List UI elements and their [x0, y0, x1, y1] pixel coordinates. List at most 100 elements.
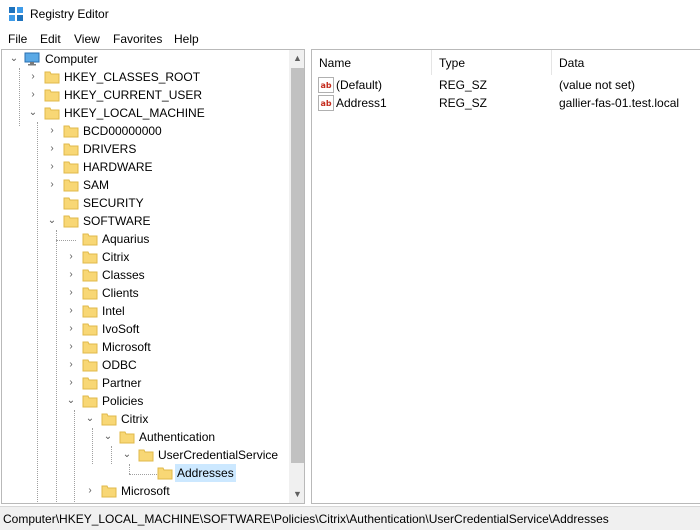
folder-icon [63, 143, 79, 156]
tree-item-label: BCD00000000 [83, 124, 162, 138]
tree-item-label: Classes [102, 268, 145, 282]
column-header-type[interactable]: Type [439, 56, 465, 70]
folder-icon [44, 89, 60, 102]
tree-item-label: Clients [102, 286, 139, 300]
chevron-right-icon[interactable]: › [65, 320, 77, 338]
tree-item-label: ODBC [102, 358, 137, 372]
chevron-right-icon[interactable]: › [65, 248, 77, 266]
tree-item-label: Microsoft [121, 484, 170, 498]
column-divider[interactable] [431, 50, 432, 75]
value-data: gallier-fas-01.test.local [559, 96, 680, 110]
folder-icon [101, 413, 117, 426]
tree-connector [74, 410, 75, 502]
tree-item-label: Authentication [139, 430, 216, 444]
chevron-down-icon[interactable]: ⌄ [84, 410, 96, 428]
menu-help[interactable]: Help [174, 32, 199, 46]
column-header-data[interactable]: Data [559, 56, 584, 70]
chevron-right-icon[interactable]: › [65, 284, 77, 302]
chevron-right-icon[interactable]: › [27, 86, 39, 104]
tree-connector [129, 474, 157, 475]
folder-icon [82, 269, 98, 282]
chevron-right-icon[interactable]: › [46, 122, 58, 140]
chevron-down-icon[interactable]: ⌄ [8, 50, 20, 68]
menu-bar: File Edit View Favorites Help [0, 29, 700, 49]
value-row[interactable]: ab (Default) REG_SZ (value not set) [312, 76, 700, 94]
address-path[interactable]: Computer\HKEY_LOCAL_MACHINE\SOFTWARE\Pol… [3, 512, 609, 526]
value-name: Address1 [336, 96, 387, 110]
folder-icon [82, 377, 98, 390]
chevron-right-icon[interactable]: › [65, 302, 77, 320]
tree-item-label: Addresses [175, 464, 236, 482]
folder-icon [138, 449, 154, 462]
chevron-right-icon[interactable]: › [65, 356, 77, 374]
tree-item-label: UserCredentialService [158, 448, 279, 462]
registry-editor-icon [9, 7, 23, 21]
menu-edit[interactable]: Edit [40, 32, 61, 46]
value-row[interactable]: ab Address1 REG_SZ gallier-fas-01.test.l… [312, 94, 700, 112]
folder-icon [101, 485, 117, 498]
values-list[interactable]: Name Type Data ab (Default) REG_SZ (valu… [311, 49, 700, 504]
tree-item-label: HKEY_LOCAL_MACHINE [64, 106, 205, 120]
folder-icon [119, 431, 135, 444]
menu-view[interactable]: View [74, 32, 100, 46]
tree-item-label: IvoSoft [102, 322, 140, 336]
tree-item-label: Computer [45, 52, 98, 66]
tree-item-label: Partner [102, 376, 142, 390]
tree-item-label: HKEY_CLASSES_ROOT [64, 70, 201, 84]
chevron-right-icon[interactable]: › [27, 68, 39, 86]
chevron-right-icon[interactable]: › [46, 140, 58, 158]
folder-icon [82, 395, 98, 408]
chevron-right-icon[interactable]: › [65, 266, 77, 284]
scroll-up-arrow-icon[interactable]: ▲ [289, 50, 304, 67]
folder-icon [82, 341, 98, 354]
folder-icon [82, 233, 98, 246]
value-type: REG_SZ [439, 78, 488, 92]
folder-icon [82, 251, 98, 264]
chevron-down-icon[interactable]: ⌄ [65, 392, 77, 410]
tree-item-label: Citrix [121, 412, 149, 426]
window-title: Registry Editor [30, 7, 109, 21]
column-divider[interactable] [551, 50, 552, 75]
chevron-right-icon[interactable]: › [46, 176, 58, 194]
tree-item-label: HKEY_CURRENT_USER [64, 88, 203, 102]
registry-tree[interactable]: ⌄ Computer › HKEY_CLASSES_ROOT › HKEY_CU… [1, 49, 305, 504]
chevron-right-icon[interactable]: › [46, 158, 58, 176]
folder-icon [63, 125, 79, 138]
tree-item-label: Microsoft [102, 340, 151, 354]
status-bar: Computer\HKEY_LOCAL_MACHINE\SOFTWARE\Pol… [0, 506, 700, 530]
folder-icon [157, 467, 173, 480]
tree-item-label: HARDWARE [83, 160, 153, 174]
folder-icon [63, 161, 79, 174]
computer-icon [24, 52, 40, 66]
scrollbar-thumb[interactable] [291, 68, 304, 463]
tree-connector [92, 428, 93, 464]
tree-item-label: SECURITY [83, 196, 144, 210]
scroll-down-arrow-icon[interactable]: ▼ [289, 486, 304, 503]
chevron-right-icon[interactable]: › [65, 338, 77, 356]
svg-text:ab: ab [320, 99, 331, 108]
chevron-right-icon[interactable]: › [65, 374, 77, 392]
folder-icon [82, 323, 98, 336]
menu-file[interactable]: File [8, 32, 27, 46]
tree-item-label: Intel [102, 304, 125, 318]
folder-icon [44, 71, 60, 84]
chevron-down-icon[interactable]: ⌄ [102, 428, 114, 446]
tree-item-label: Aquarius [102, 232, 150, 246]
chevron-down-icon[interactable]: ⌄ [121, 446, 133, 464]
tree-scrollbar[interactable]: ▲ ▼ [289, 50, 304, 503]
folder-icon [82, 359, 98, 372]
tree-connector [56, 240, 76, 241]
column-header-name[interactable]: Name [319, 56, 351, 70]
chevron-down-icon[interactable]: ⌄ [27, 104, 39, 122]
svg-text:ab: ab [320, 81, 331, 90]
title-bar: Registry Editor [0, 0, 700, 29]
folder-icon [63, 215, 79, 228]
tree-connector [56, 230, 57, 502]
folder-icon [82, 287, 98, 300]
menu-favorites[interactable]: Favorites [113, 32, 162, 46]
tree-connector [129, 464, 130, 474]
chevron-down-icon[interactable]: ⌄ [46, 212, 58, 230]
chevron-right-icon[interactable]: › [84, 482, 96, 500]
value-data: (value not set) [559, 78, 636, 92]
folder-icon [82, 305, 98, 318]
